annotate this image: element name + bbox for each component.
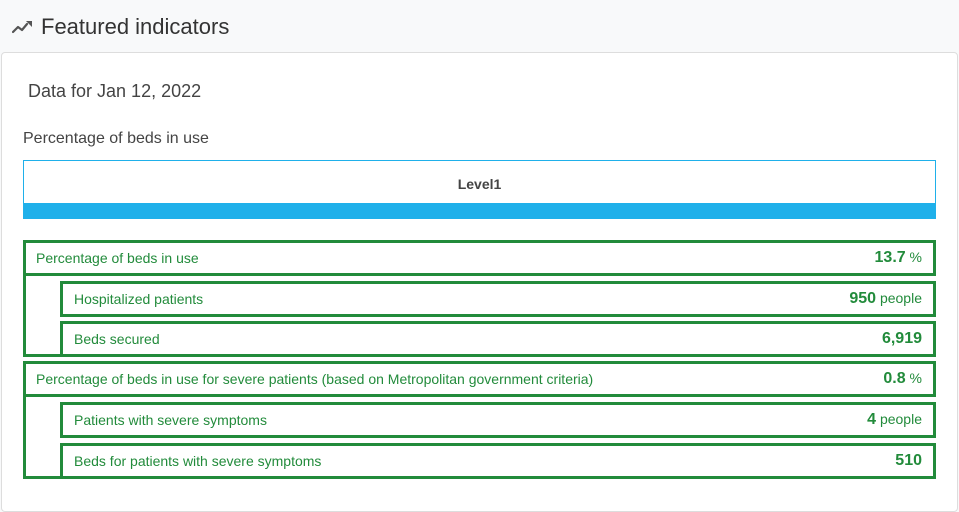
indicator-row-hospitalized: Hospitalized patients 950 people xyxy=(60,281,936,317)
indicator-label: Beds secured xyxy=(74,331,160,347)
page-header: Featured indicators xyxy=(0,0,959,52)
indicator-row-severe-beds: Beds for patients with severe symptoms 5… xyxy=(60,443,936,479)
indicator-label: Percentage of beds in use xyxy=(36,250,199,266)
indicator-row-beds-in-use: Percentage of beds in use 13.7 % xyxy=(23,240,936,276)
alert-level-bar xyxy=(24,203,935,218)
group-bracket xyxy=(23,394,63,479)
section-label: Percentage of beds in use xyxy=(23,130,209,147)
group-bracket xyxy=(23,273,63,357)
indicator-row-severe-beds-in-use: Percentage of beds in use for severe pat… xyxy=(23,361,936,397)
indicator-label: Beds for patients with severe symptoms xyxy=(74,453,322,469)
data-date: Data for Jan 12, 2022 xyxy=(28,81,202,101)
indicator-label: Percentage of beds in use for severe pat… xyxy=(36,371,594,387)
page-title: Featured indicators xyxy=(41,14,230,39)
indicator-row-severe-patients: Patients with severe symptoms 4 people xyxy=(60,402,936,438)
indicator-value: 4 people xyxy=(867,411,922,428)
indicator-value: 6,919 xyxy=(881,330,922,347)
indicator-label: Hospitalized patients xyxy=(74,291,204,307)
indicator-value: 0.8 % xyxy=(883,370,922,387)
indicator-value: 13.7 % xyxy=(874,249,922,266)
alert-level-label: Level1 xyxy=(457,176,502,192)
indicator-value: 510 xyxy=(895,452,922,469)
trend-line-icon xyxy=(12,21,32,34)
indicator-row-beds-secured: Beds secured 6,919 xyxy=(60,321,936,357)
indicator-label: Patients with severe symptoms xyxy=(74,412,267,428)
alert-level-box: Level1 xyxy=(23,160,936,219)
indicator-value: 950 people xyxy=(849,290,922,307)
